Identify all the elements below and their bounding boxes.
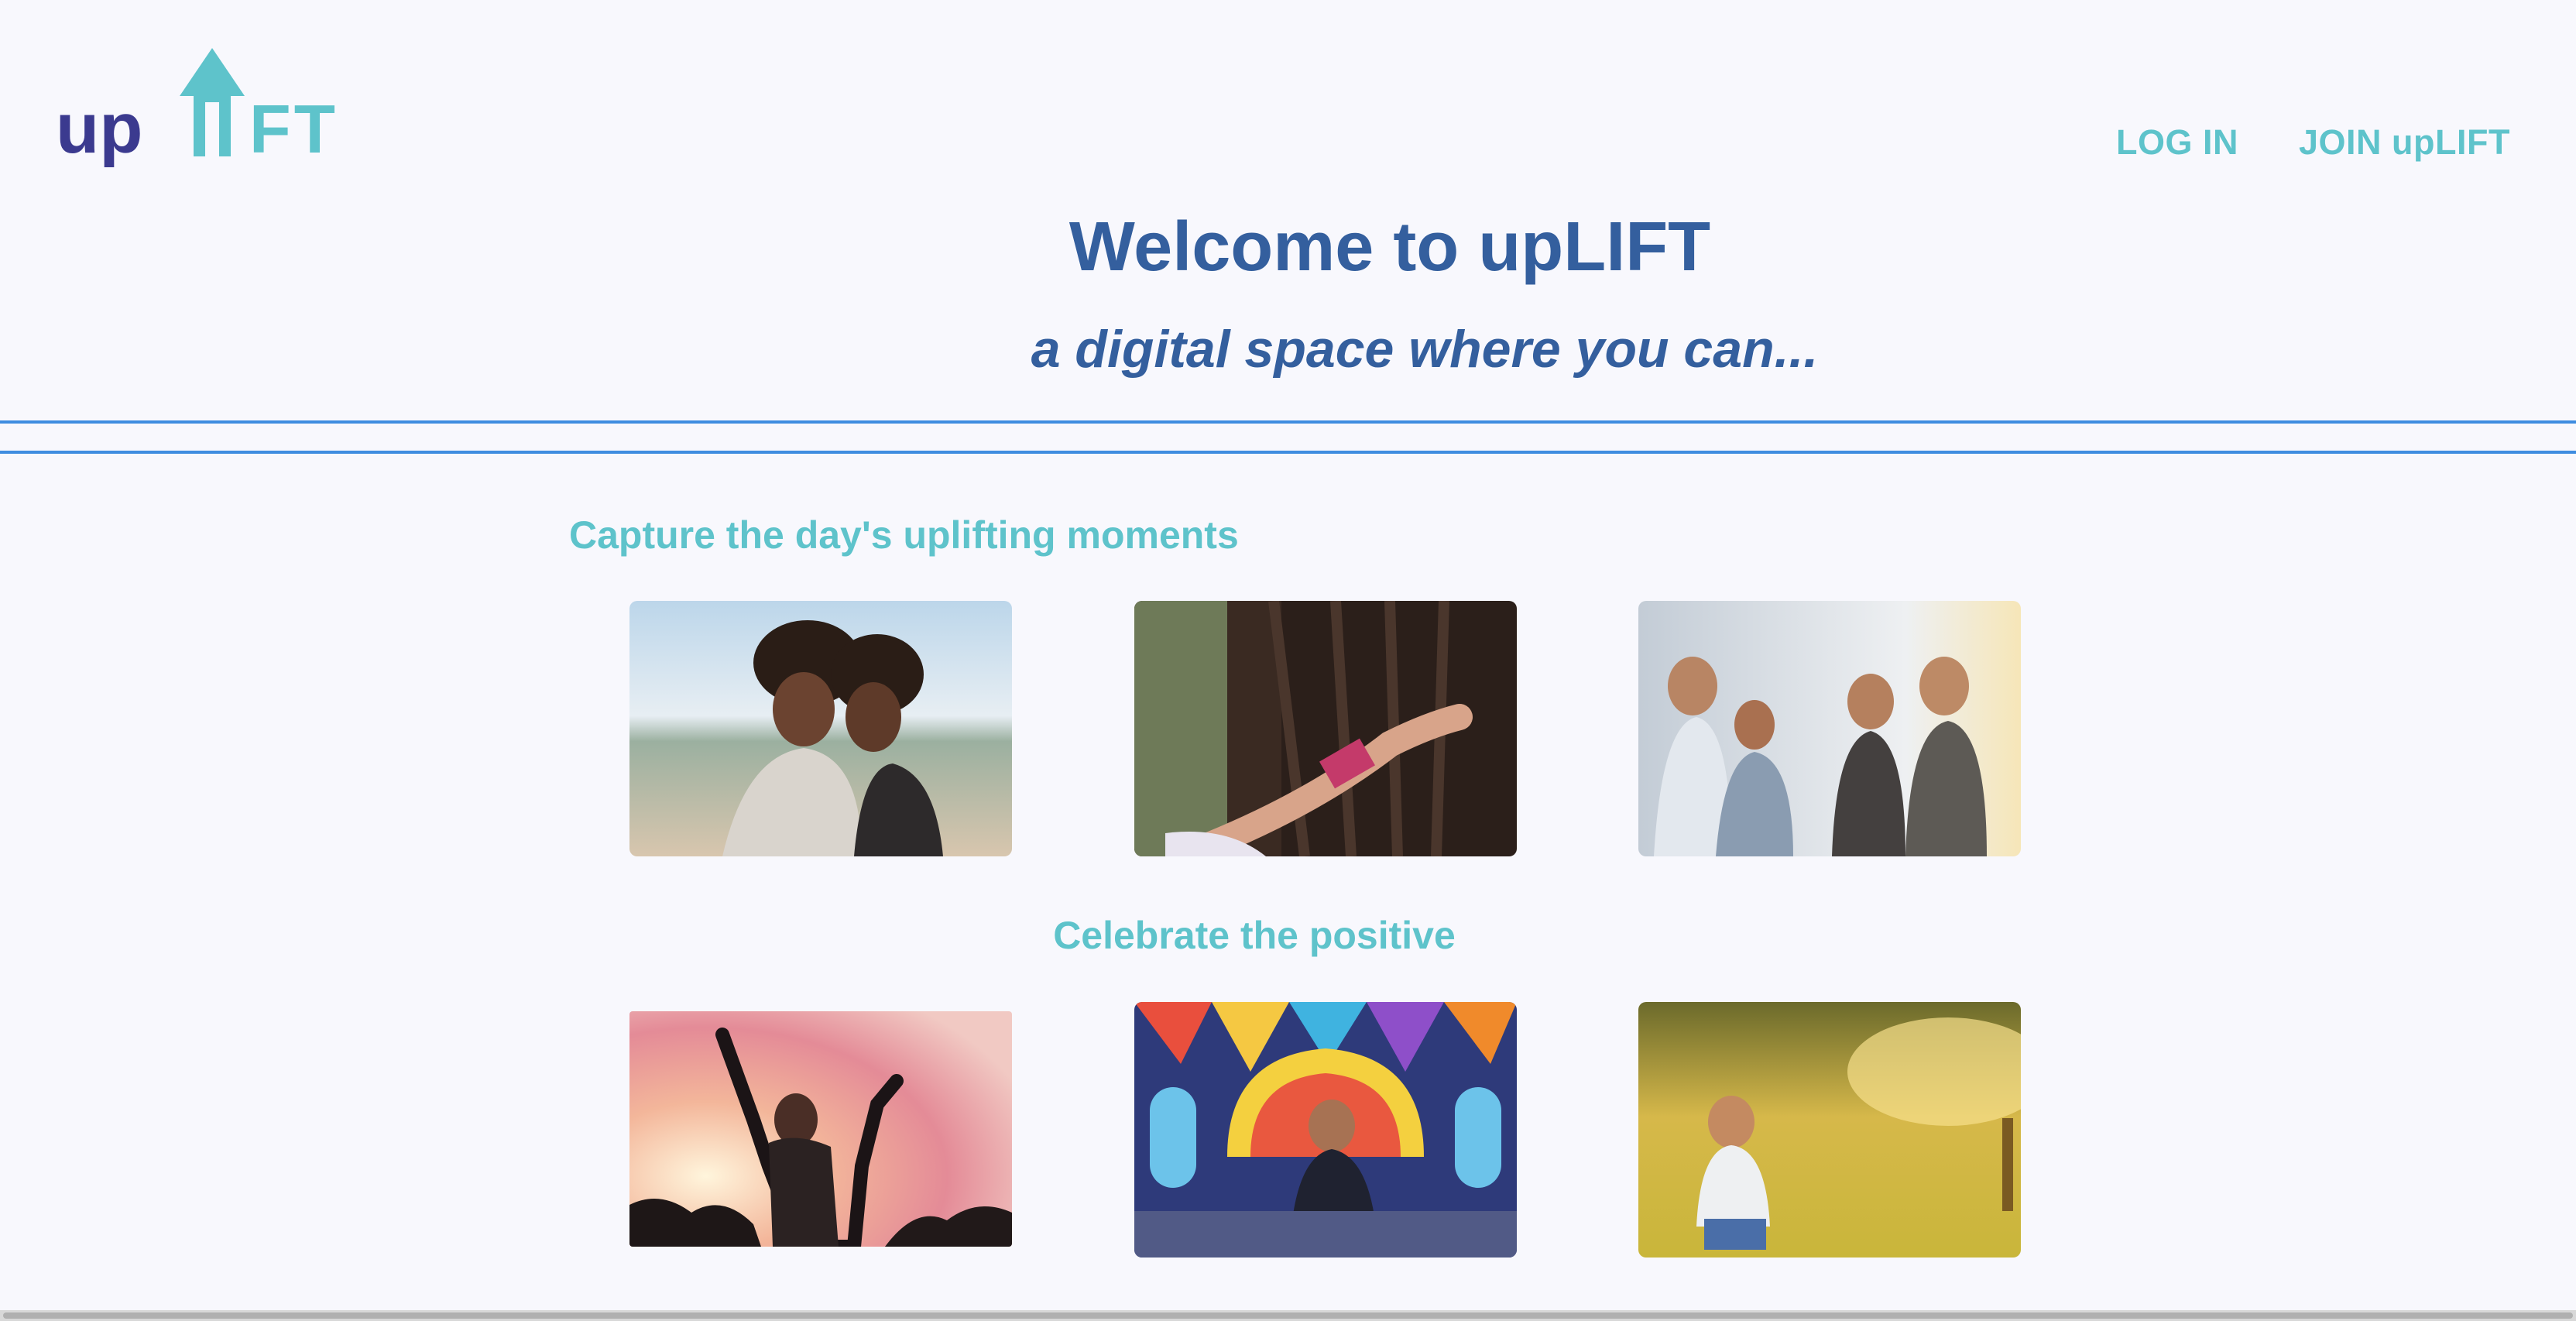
photo-friends-beach[interactable] bbox=[629, 601, 1012, 856]
section-heading-capture: Capture the day's uplifting moments bbox=[569, 513, 1239, 557]
svg-text:FT: FT bbox=[249, 91, 334, 167]
photo-colorful-church[interactable] bbox=[1134, 1002, 1517, 1258]
horizontal-scrollbar[interactable] bbox=[0, 1310, 2576, 1321]
page-tagline: a digital space where you can... bbox=[1031, 320, 1819, 379]
page-title: Welcome to upLIFT bbox=[1068, 208, 1711, 286]
top-nav: LOG IN JOIN upLIFT bbox=[2116, 122, 2510, 163]
photo-friends-laughing[interactable] bbox=[1638, 601, 2021, 856]
uplift-logo[interactable]: up FT bbox=[56, 48, 334, 180]
section-heading-celebrate: Celebrate the positive bbox=[1053, 914, 1456, 957]
logo-text-up: up bbox=[56, 89, 142, 168]
divider-bottom bbox=[0, 451, 2576, 454]
photo-child-sprinkler[interactable] bbox=[1638, 1002, 2021, 1258]
login-link[interactable]: LOG IN bbox=[2116, 122, 2238, 163]
photo-festival-dancer[interactable] bbox=[629, 1011, 1012, 1247]
photo-hand-tree[interactable] bbox=[1134, 601, 1517, 856]
divider-top bbox=[0, 420, 2576, 424]
uplift-logo-graphic: up FT bbox=[56, 48, 334, 168]
scrollbar-thumb[interactable] bbox=[3, 1312, 2573, 1319]
join-link[interactable]: JOIN upLIFT bbox=[2299, 122, 2510, 163]
